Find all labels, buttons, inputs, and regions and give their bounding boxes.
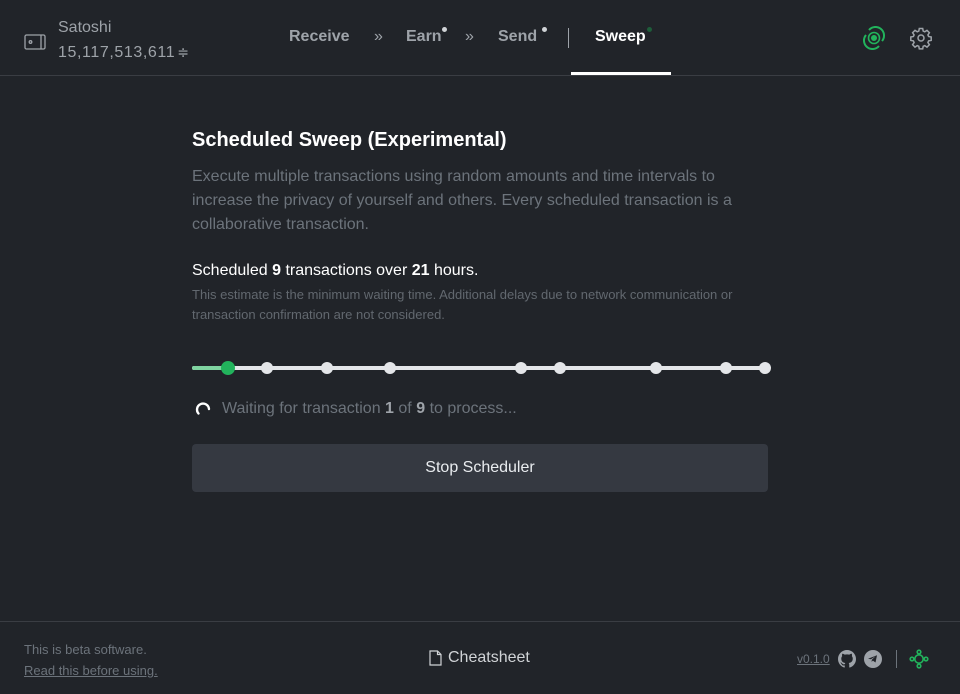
- status-suffix: to process...: [429, 400, 517, 417]
- nav-tab-send[interactable]: Send: [498, 28, 537, 46]
- timeline-step: [554, 362, 567, 374]
- timeline-step: [650, 362, 663, 374]
- beta-text: This is beta software.: [24, 642, 147, 657]
- loading-spinner-icon: [195, 402, 211, 415]
- orderbook-icon[interactable]: [862, 26, 886, 50]
- settings-icon[interactable]: [909, 26, 933, 50]
- earn-status-indicator: [442, 27, 447, 32]
- nav-separator: »: [465, 28, 474, 45]
- nav-separator: »: [374, 28, 383, 45]
- status-total: 9: [416, 400, 426, 417]
- stop-scheduler-button[interactable]: Stop Scheduler: [192, 444, 768, 492]
- timeline-step: [384, 362, 397, 374]
- send-status-indicator: [542, 27, 547, 32]
- status-current: 1: [385, 400, 394, 417]
- joinmarket-logo-icon[interactable]: [909, 649, 929, 669]
- nav-tab-sweep[interactable]: Sweep: [595, 28, 646, 46]
- footer-divider: [895, 650, 897, 668]
- status-middle: of: [398, 400, 412, 417]
- timeline-step: [719, 362, 732, 374]
- page-description: Execute multiple transactions using rand…: [192, 168, 732, 233]
- summary-suffix: hours.: [433, 262, 479, 279]
- timeline-step: [514, 362, 527, 374]
- nav-tab-receive[interactable]: Receive: [289, 28, 350, 46]
- timeline-track: [192, 366, 766, 370]
- page-title: Scheduled Sweep (Experimental): [192, 129, 507, 151]
- scheduler-status: Waiting for transaction 1 of 9 to proces…: [192, 399, 768, 419]
- timeline-step: [260, 362, 273, 374]
- timeline-step: [320, 362, 333, 374]
- status-prefix: Waiting for transaction: [222, 400, 381, 417]
- top-navigation-bar: Satoshi 15,117,513,611 ≑ Receive » Earn »…: [0, 0, 960, 76]
- sweep-status-indicator: [647, 27, 652, 32]
- cheatsheet-label: Cheatsheet: [448, 649, 530, 666]
- version-link[interactable]: v0.1.0: [797, 652, 830, 666]
- document-icon: [429, 650, 442, 666]
- summary-prefix: Scheduled: [192, 262, 268, 279]
- timeline-step: [759, 362, 772, 374]
- estimate-note: This estimate is the minimum waiting tim…: [192, 287, 733, 322]
- timeline-step-current: [221, 361, 235, 375]
- scheduled-sweep-panel: Scheduled Sweep (Experimental) Execute m…: [192, 128, 772, 492]
- cheatsheet-button[interactable]: Cheatsheet: [429, 649, 530, 667]
- main-nav: Receive » Earn » Send Sweep: [0, 0, 960, 76]
- footer-links: v0.1.0: [797, 649, 929, 669]
- beta-warning-link[interactable]: Read this before using.: [24, 663, 158, 678]
- summary-hours: 21: [411, 262, 430, 279]
- summary-transaction-count: 9: [272, 262, 281, 279]
- summary-middle: transactions over: [285, 262, 408, 279]
- active-tab-underline: [571, 72, 671, 75]
- schedule-summary: Scheduled 9 transactions over 21 hours.: [192, 261, 768, 281]
- schedule-timeline: [192, 359, 772, 377]
- nav-tab-earn[interactable]: Earn: [406, 28, 442, 46]
- github-icon[interactable]: [837, 650, 856, 668]
- telegram-icon[interactable]: [863, 650, 882, 668]
- nav-divider: [568, 28, 569, 48]
- footer: This is beta software. Read this before …: [0, 621, 960, 694]
- beta-notice: This is beta software. Read this before …: [24, 639, 158, 681]
